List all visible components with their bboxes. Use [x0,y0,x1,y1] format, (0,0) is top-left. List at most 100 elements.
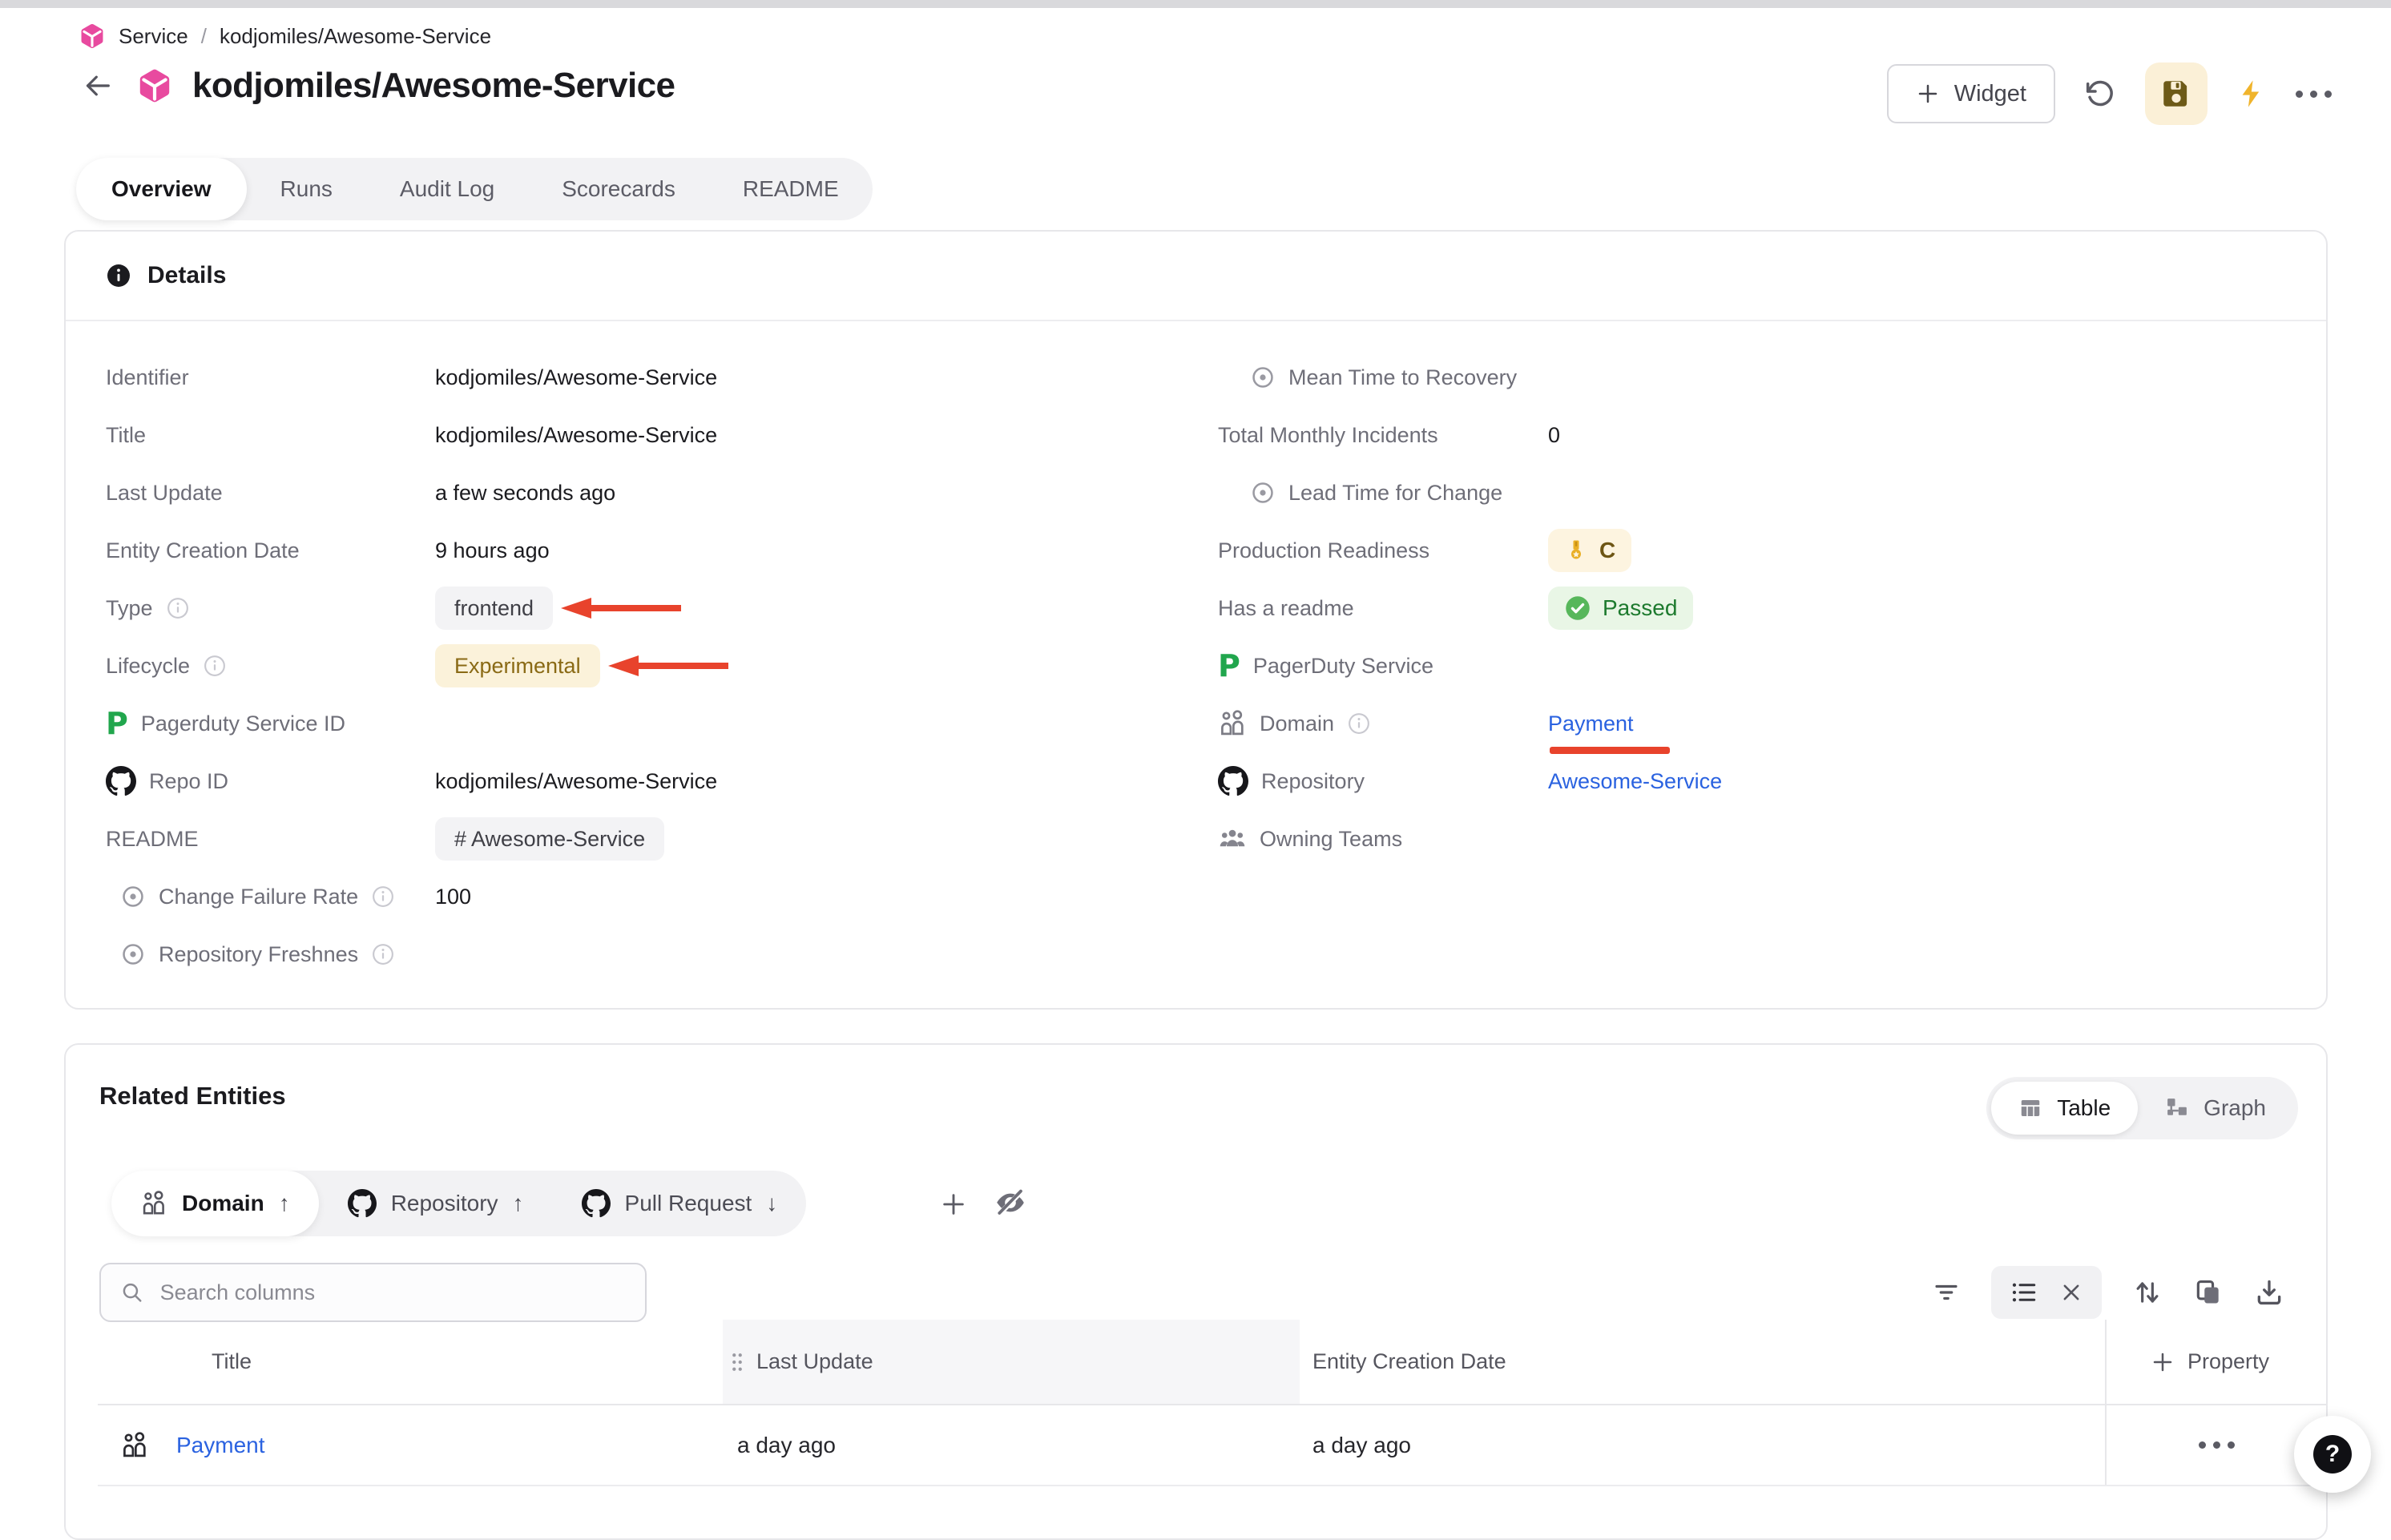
detail-row-lifecycle: Lifecycle Experimental [106,637,1218,695]
detail-label: Production Readiness [1218,538,1429,563]
question-mark-icon: ? [2313,1435,2352,1473]
sort-arrows-icon [2132,1277,2163,1308]
total-monthly-incidents-value: 0 [1548,423,1560,448]
search-columns-box [99,1263,647,1322]
help-button[interactable]: ? [2294,1416,2371,1493]
detail-row-identifier: Identifier kodjomiles/Awesome-Service [106,349,1218,406]
detail-row-total-monthly-incidents: Total Monthly Incidents 0 [1218,406,1722,464]
view-toggle-graph[interactable]: Graph [2138,1082,2293,1135]
detail-row-lead-time-for-change: Lead Time for Change [1218,464,1722,522]
plus-icon [940,1191,967,1218]
add-property-label: Property [2187,1349,2269,1374]
github-octocat-icon [1218,766,1248,796]
info-circle-icon[interactable] [371,885,395,909]
filter-lines-icon [1932,1278,1961,1307]
detail-label: Domain [1260,712,1334,736]
sort-button[interactable] [2132,1277,2163,1308]
relation-tab-pull-request[interactable]: Pull Request ↓ [553,1171,807,1236]
save-button[interactable] [2145,62,2208,125]
search-icon [120,1280,144,1305]
add-relation-button[interactable] [931,1191,976,1217]
info-circle-icon[interactable] [203,654,227,678]
copy-button[interactable] [2193,1277,2224,1308]
copy-icon [2193,1277,2224,1308]
search-columns-input[interactable] [159,1280,626,1306]
details-left-column: Identifier kodjomiles/Awesome-Service Ti… [106,349,1218,1008]
column-header-last-update[interactable]: Last Update [723,1320,1300,1404]
hidden-relations-button[interactable] [994,1186,1027,1224]
detail-label: Repository [1261,769,1365,794]
detail-row-last-update: Last Update a few seconds ago [106,464,1218,522]
relation-tab-label: Domain [182,1191,264,1216]
tab-readme[interactable]: README [709,158,873,220]
detail-row-repo-id: Repo ID kodjomiles/Awesome-Service [106,752,1218,810]
detail-label: Identifier [106,365,189,390]
repo-id-value: kodjomiles/Awesome-Service [435,769,717,794]
tab-overview[interactable]: Overview [76,158,247,220]
list-icon[interactable] [2010,1279,2038,1306]
detail-row-entity-creation-date: Entity Creation Date 9 hours ago [106,522,1218,579]
info-icon [106,263,131,288]
detail-label: Has a readme [1218,596,1354,621]
repository-link[interactable]: Awesome-Service [1548,769,1722,794]
header-actions: Widget [1887,62,2332,125]
graph-view-icon [2165,1096,2189,1120]
relation-tab-domain[interactable]: Domain ↑ [111,1171,319,1236]
info-circle-icon[interactable] [166,596,190,620]
readme-chip[interactable]: # Awesome-Service [435,817,664,861]
ai-actions-button[interactable] [2236,79,2267,109]
row-entity-link[interactable]: Payment [176,1433,265,1458]
add-property-button[interactable]: Property [2105,1320,2326,1404]
github-octocat-icon [348,1189,377,1218]
back-button[interactable] [79,67,117,105]
port-cube-icon [79,22,106,50]
pagerduty-p-icon: P [106,708,128,739]
direction-up-icon: ↑ [279,1191,290,1216]
info-circle-icon[interactable] [1347,712,1371,736]
more-options-button[interactable] [2296,91,2332,98]
people-filled-icon [1218,824,1247,853]
filter-button[interactable] [1932,1278,1961,1307]
detail-row-domain: Domain Payment [1218,695,1722,752]
entity-title-bar: kodjomiles/Awesome-Service [79,66,675,106]
detail-label: Lead Time for Change [1288,481,1502,506]
column-header-title[interactable]: Title [98,1320,723,1404]
detail-label: Last Update [106,481,223,506]
row-title-cell: Payment [98,1405,723,1485]
detail-label: Total Monthly Incidents [1218,423,1438,448]
row-menu-button[interactable] [2105,1405,2326,1485]
info-circle-icon[interactable] [371,942,395,966]
row-entity-creation-date-cell: a day ago [1300,1405,2105,1485]
production-readiness-grade: C [1599,538,1615,563]
type-chip: frontend [435,587,553,630]
target-metric-icon [1250,480,1276,506]
breadcrumb-root[interactable]: Service [119,24,188,49]
domain-link[interactable]: Payment [1548,712,1634,736]
relation-tab-label: Repository [391,1191,498,1216]
close-icon[interactable] [2060,1281,2083,1304]
window-top-strip [0,0,2391,8]
relation-tab-repository[interactable]: Repository ↑ [319,1171,553,1236]
undo-button[interactable] [2084,78,2116,110]
group-by-control [1991,1266,2102,1319]
drag-dots-icon[interactable] [728,1350,747,1374]
column-header-entity-creation-date[interactable]: Entity Creation Date [1300,1320,2105,1404]
detail-label: Repo ID [149,769,228,794]
detail-label: Mean Time to Recovery [1288,365,1517,390]
breadcrumb: Service / kodjomiles/Awesome-Service [79,22,491,50]
row-last-update-cell: a day ago [723,1405,1300,1485]
tab-audit-log[interactable]: Audit Log [366,158,528,220]
table-view-icon [2018,1096,2042,1120]
detail-label: PagerDuty Service [1253,654,1433,679]
download-button[interactable] [2254,1277,2284,1308]
target-metric-icon [120,941,146,967]
port-cube-icon [136,67,173,104]
detail-row-repository: Repository Awesome-Service [1218,752,1722,810]
direction-up-icon: ↑ [513,1191,524,1216]
detail-label: Repository Freshnes [159,942,358,967]
tab-scorecards[interactable]: Scorecards [528,158,709,220]
view-toggle-table[interactable]: Table [1991,1082,2138,1135]
tab-runs[interactable]: Runs [247,158,366,220]
add-widget-button[interactable]: Widget [1887,64,2055,123]
details-body: Identifier kodjomiles/Awesome-Service Ti… [66,323,2326,1008]
